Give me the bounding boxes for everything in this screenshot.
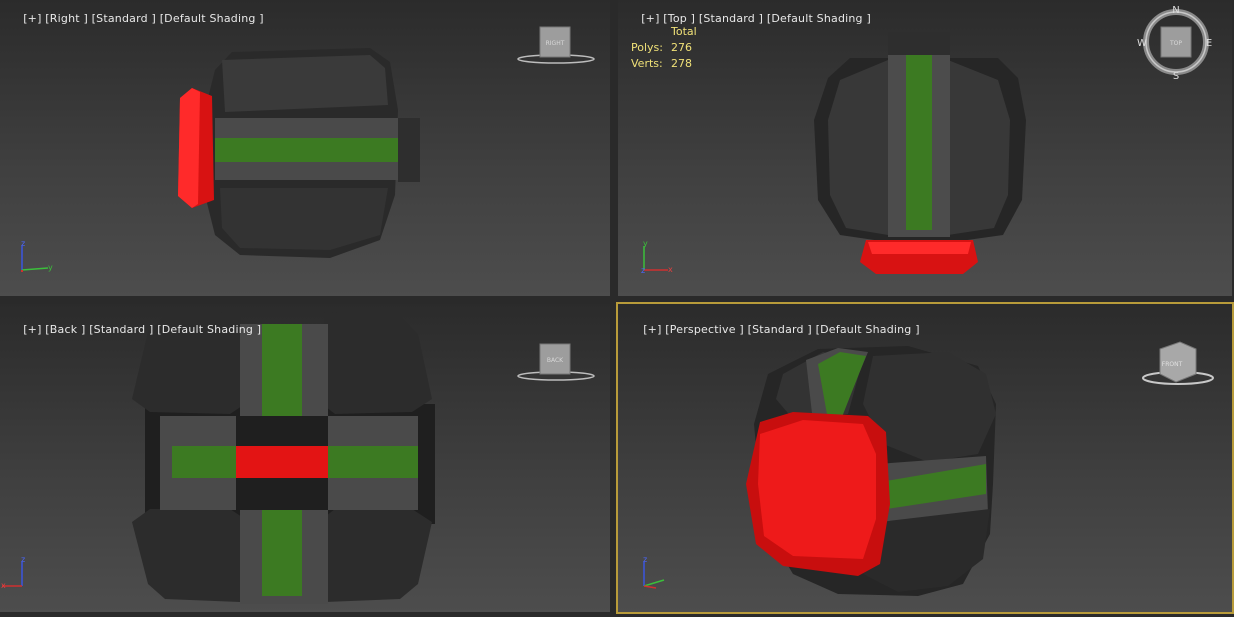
shading-menu[interactable]: [Default Shading ] [816, 323, 920, 336]
compass-west: W [1137, 38, 1147, 49]
model-pad-top-right [322, 312, 432, 414]
model-green-stripe [906, 55, 932, 230]
axis-y-line [21, 267, 49, 271]
scene-statistics: Total Polys: 276 Verts: 278 [631, 24, 697, 72]
viewport-label-back: [+] [Back ] [Standard ] [Default Shading… [1, 310, 261, 349]
view-type-menu[interactable]: [Back ] [45, 323, 85, 336]
axis-x-line [643, 585, 657, 589]
model-handle [888, 32, 950, 58]
axis-z-label: z [643, 555, 647, 564]
viewport-menu-button[interactable]: [+] [643, 323, 661, 336]
viewcube-face-label: BACK [547, 357, 564, 364]
shading-menu[interactable]: [Default Shading ] [767, 12, 871, 25]
viewport-label-perspective: [+] [Perspective ] [Standard ] [Default … [621, 310, 920, 349]
model-red-cap-highlight [868, 242, 971, 254]
viewport-perspective[interactable]: FRONT z [+] [Perspective ] [Standard ] [… [616, 302, 1234, 614]
axis-y-label: y [643, 239, 648, 248]
stats-verts-value: 278 [671, 57, 692, 70]
model-red-cap-face [758, 420, 876, 559]
stats-polys-label: Polys: [631, 41, 663, 54]
model-top-plate [222, 55, 388, 112]
viewcube-face-label: TOP [1169, 40, 1182, 47]
compass-east: E [1206, 38, 1212, 49]
right-view-canvas[interactable]: RIGHT z y [0, 0, 610, 296]
stats-header: Total [671, 25, 697, 38]
render-menu[interactable]: [Standard ] [89, 323, 153, 336]
axis-y-label: y [48, 263, 53, 272]
model-pad-bottom-left [132, 509, 245, 602]
viewcube-face-label: FRONT [1162, 361, 1183, 368]
view-type-menu[interactable]: [Right ] [45, 12, 88, 25]
axis-y-line [643, 579, 665, 587]
render-menu[interactable]: [Standard ] [699, 12, 763, 25]
stats-verts-label: Verts: [631, 57, 663, 70]
model-pad-bottom-right [322, 509, 432, 602]
model-handle [398, 118, 420, 182]
back-view-canvas[interactable]: BACK z x [0, 304, 610, 612]
shading-menu[interactable]: [Default Shading ] [157, 323, 261, 336]
axis-z-label: z [21, 555, 25, 564]
shading-menu[interactable]: [Default Shading ] [160, 12, 264, 25]
render-menu[interactable]: [Standard ] [748, 323, 812, 336]
model-green-stripe [215, 138, 398, 162]
top-view-canvas[interactable]: TOP N S E W y x z [618, 0, 1232, 296]
viewport-menu-button[interactable]: [+] [23, 323, 41, 336]
axis-x-label: x [668, 265, 673, 274]
view-type-menu[interactable]: [Perspective ] [665, 323, 744, 336]
viewport-grid: RIGHT z y [+] [Right ] [Standard ] [Defa… [0, 0, 1234, 617]
compass-south: S [1173, 71, 1179, 82]
stats-polys-value: 276 [671, 41, 692, 54]
viewport-top[interactable]: TOP N S E W y x z [+] [Top ] [Standard ]… [618, 0, 1232, 296]
model-red-center [236, 446, 328, 478]
axis-z-label: z [21, 239, 25, 248]
model-red-cap-highlight [178, 88, 200, 208]
compass-north: N [1172, 5, 1179, 16]
axis-z-label: z [641, 266, 645, 275]
viewport-back[interactable]: BACK z x [+] [Back ] [Standard ] [Defaul… [0, 304, 610, 612]
perspective-view-canvas[interactable]: FRONT z [618, 304, 1232, 612]
viewport-right[interactable]: RIGHT z y [+] [Right ] [Standard ] [Defa… [0, 0, 610, 296]
viewport-menu-button[interactable]: [+] [23, 12, 41, 25]
viewcube-face-label: RIGHT [546, 40, 565, 47]
axis-x-label: x [1, 581, 6, 590]
viewport-label-right: [+] [Right ] [Standard ] [Default Shadin… [1, 0, 264, 38]
render-menu[interactable]: [Standard ] [92, 12, 156, 25]
